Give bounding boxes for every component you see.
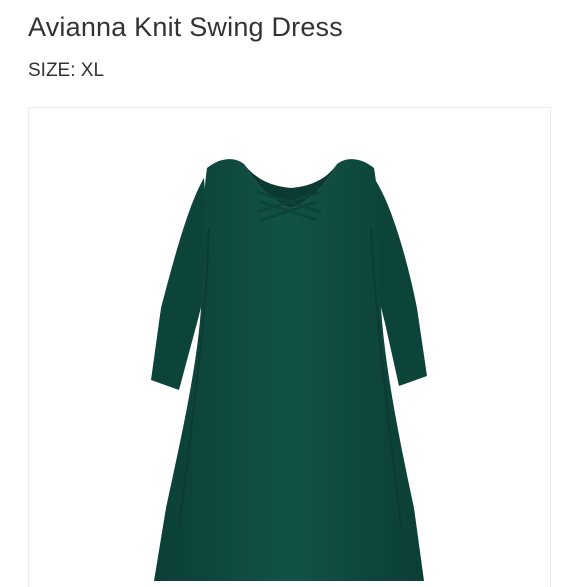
size-info: SIZE: XL <box>28 60 104 82</box>
product-image-card[interactable] <box>28 107 551 587</box>
dress-photo <box>151 159 427 581</box>
size-label: SIZE: <box>28 60 76 81</box>
product-title: Avianna Knit Swing Dress <box>28 12 343 42</box>
size-value: XL <box>80 60 105 81</box>
